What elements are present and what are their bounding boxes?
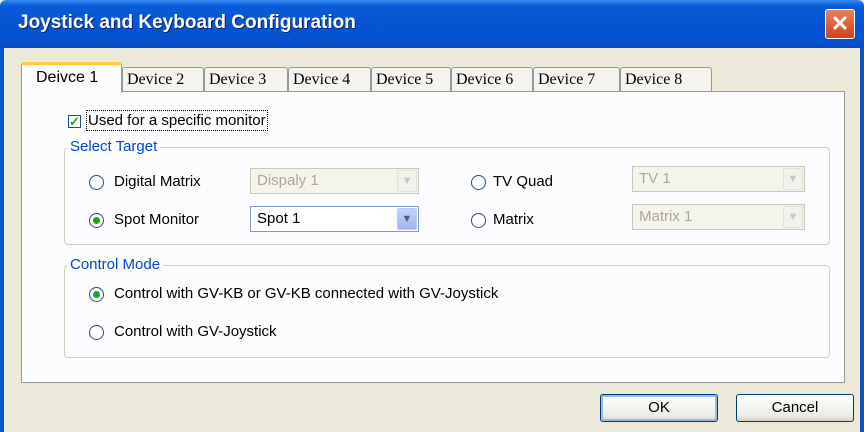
tab-device-5[interactable]: Device 5 (371, 67, 451, 92)
control-joystick-radio[interactable] (89, 325, 104, 340)
chevron-down-icon: ▼ (783, 168, 803, 190)
digital-matrix-select: Dispaly 1 ▼ (250, 168, 419, 194)
close-icon: ✕ (830, 11, 850, 36)
control-mode-legend: Control Mode (67, 256, 164, 273)
tab-device-8[interactable]: Device 8 (620, 67, 712, 92)
digital-matrix-label[interactable]: Digital Matrix (114, 173, 201, 190)
ok-button[interactable]: OK (600, 394, 718, 422)
control-kb-joystick-label[interactable]: Control with GV-KB or GV-KB connected wi… (114, 285, 498, 302)
select-target-group (64, 147, 830, 245)
tv-quad-value: TV 1 (639, 170, 671, 187)
close-button[interactable]: ✕ (825, 9, 855, 39)
tv-quad-label[interactable]: TV Quad (493, 173, 553, 190)
spot-monitor-select[interactable]: Spot 1 ▼ (250, 206, 419, 232)
select-target-legend: Select Target (67, 138, 161, 155)
title-bar[interactable]: Joystick and Keyboard Configuration ✕ (0, 0, 864, 48)
spot-monitor-radio[interactable] (89, 213, 104, 228)
digital-matrix-value: Dispaly 1 (257, 172, 319, 189)
tab-device-3[interactable]: Device 3 (204, 67, 288, 92)
tab-device-2[interactable]: Device 2 (122, 67, 204, 92)
cancel-button[interactable]: Cancel (736, 394, 854, 422)
matrix-select: Matrix 1 ▼ (632, 204, 805, 230)
window-title: Joystick and Keyboard Configuration (18, 12, 356, 33)
specific-monitor-label[interactable]: Used for a specific monitor (86, 110, 268, 131)
matrix-value: Matrix 1 (639, 208, 693, 225)
tab-device-7[interactable]: Device 7 (533, 67, 620, 92)
control-kb-joystick-radio[interactable] (89, 287, 104, 302)
window-frame-left (0, 48, 4, 432)
chevron-down-icon: ▼ (397, 170, 417, 192)
chevron-down-icon: ▼ (783, 206, 803, 228)
matrix-label[interactable]: Matrix (493, 211, 534, 228)
matrix-radio[interactable] (471, 213, 486, 228)
spot-monitor-value: Spot 1 (257, 210, 301, 227)
tab-device-1[interactable]: Deivce 1 (21, 62, 122, 93)
window-frame-right (860, 48, 864, 432)
control-joystick-label[interactable]: Control with GV-Joystick (114, 323, 277, 340)
tab-device-6[interactable]: Device 6 (451, 67, 533, 92)
spot-monitor-label[interactable]: Spot Monitor (114, 211, 199, 228)
control-mode-group (64, 265, 830, 358)
tab-device-4[interactable]: Device 4 (288, 67, 371, 92)
chevron-down-icon[interactable]: ▼ (397, 208, 417, 230)
tv-quad-radio[interactable] (471, 175, 486, 190)
specific-monitor-checkbox[interactable]: ✓ (68, 115, 81, 128)
digital-matrix-radio[interactable] (89, 175, 104, 190)
tv-quad-select: TV 1 ▼ (632, 166, 805, 192)
